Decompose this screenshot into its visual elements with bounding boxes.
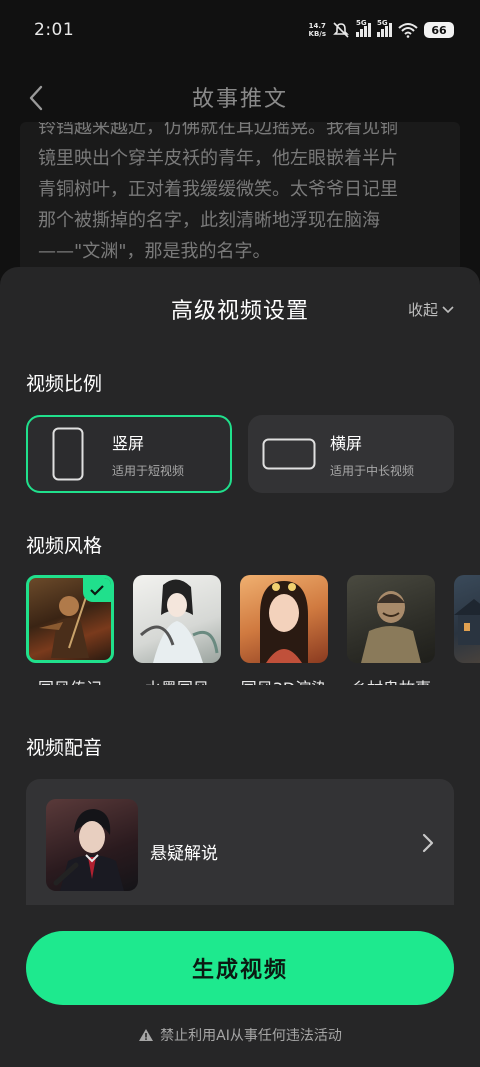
mute-icon: [333, 22, 349, 38]
story-line: 那个被撕掉的名字，此刻清晰地浮现在脑海: [38, 210, 380, 231]
notice-text: 禁止利用AI从事任何违法活动: [160, 1028, 342, 1044]
status-time: 2:01: [34, 20, 75, 40]
signal-icon: 5G: [377, 19, 392, 37]
style-option-guofeng-biography[interactable]: 国风传记: [26, 575, 114, 685]
collapse-label: 收起: [407, 301, 438, 319]
style-option-ink-wash[interactable]: 水墨国风: [133, 575, 221, 685]
story-line: ——"文渊"，那是我的名字。: [38, 241, 271, 262]
style-option-village-ghost[interactable]: 乡村鬼故事: [347, 575, 435, 685]
chevron-down-icon: [442, 305, 454, 313]
voice-section-label: 视频配音: [26, 737, 103, 759]
legal-notice: 禁止利用AI从事任何违法活动: [0, 1025, 480, 1045]
page-title: 故事推文: [191, 87, 288, 112]
style-label: 水墨国风: [145, 675, 209, 685]
style-label: 国风传记: [38, 675, 102, 685]
video-settings-sheet: 高级视频设置 收起 视频比例 竖屏 适用于短视频 横屏 适用于中长视频 视频风格: [0, 267, 480, 1067]
back-icon[interactable]: [22, 84, 50, 112]
battery-icon: 66: [424, 22, 454, 38]
style-thumbnail: [26, 575, 114, 663]
collapse-button[interactable]: 收起: [408, 299, 454, 320]
voice-avatar: [46, 799, 138, 891]
app-header: 故事推文: [0, 72, 480, 122]
style-label: 乡村鬼故事: [351, 675, 431, 685]
style-thumbnail: [454, 575, 480, 663]
ratio-sub: 适用于中长视频: [330, 463, 415, 478]
wifi-icon: [398, 23, 418, 38]
style-thumbnail: [240, 575, 328, 663]
story-line: 青铜树叶，正对着我缓缓微笑。太爷爷日记里: [38, 179, 398, 200]
voice-selector[interactable]: 悬疑解说: [26, 779, 454, 905]
ratio-name: 竖屏: [112, 433, 145, 453]
ratio-landscape-option[interactable]: 横屏 适用于中长视频: [248, 415, 454, 493]
style-thumbnail: [347, 575, 435, 663]
landscape-frame-icon: [262, 438, 316, 470]
net-speed-unit: KB/s: [308, 30, 326, 38]
signal-icon: 5G: [356, 19, 371, 37]
generate-video-button[interactable]: 生成视频: [26, 931, 454, 1005]
sim2-tag: 5G: [377, 19, 388, 27]
ratio-section-label: 视频比例: [26, 373, 103, 395]
status-icons: 14.7 KB/s 5G 5G 66: [309, 19, 454, 38]
narrator-figure-image: [53, 809, 124, 891]
story-line: 镜里映出个穿羊皮袄的青年，他左眼嵌着半片: [38, 148, 398, 169]
story-text-area: 铃铛越来越近，仿佛就在耳边摇晃。我看见铜 镜里映出个穿羊皮袄的青年，他左眼嵌着半…: [20, 122, 460, 272]
ratio-portrait-option[interactable]: 竖屏 适用于短视频: [26, 415, 232, 493]
3d-figure-image: [260, 581, 308, 663]
chevron-right-icon: [422, 833, 434, 853]
style-thumbnail: [133, 575, 221, 663]
story-text: 铃铛越来越近，仿佛就在耳边摇晃。我看见铜 镜里映出个穿羊皮袄的青年，他左眼嵌着半…: [38, 122, 442, 267]
portrait-frame-icon: [52, 427, 84, 481]
ratio-name: 横屏: [330, 433, 363, 453]
style-option-guofeng-3d[interactable]: 国风3D渲染: [240, 575, 328, 685]
sim1-tag: 5G: [356, 19, 367, 27]
status-bar: 2:01 14.7 KB/s 5G 5G 66: [0, 0, 480, 60]
story-line: 铃铛越来越近，仿佛就在耳边摇晃。我看见铜: [38, 122, 398, 138]
fantasy-scene-image: [454, 599, 480, 645]
style-option-xian[interactable]: 仙: [454, 575, 480, 685]
voice-name: 悬疑解说: [150, 844, 218, 864]
net-speed: 14.7 KB/s: [309, 22, 326, 38]
village-man-image: [361, 591, 421, 663]
net-speed-value: 14.7: [308, 22, 326, 30]
style-label: 国风3D渲染: [241, 675, 328, 685]
ratio-sub: 适用于短视频: [112, 463, 185, 478]
ink-wash-figure-image: [139, 579, 219, 663]
style-section-label: 视频风格: [26, 535, 103, 557]
warning-icon: [139, 1029, 154, 1041]
style-carousel[interactable]: 国风传记 水墨国风: [26, 575, 480, 685]
check-icon: [83, 578, 111, 602]
